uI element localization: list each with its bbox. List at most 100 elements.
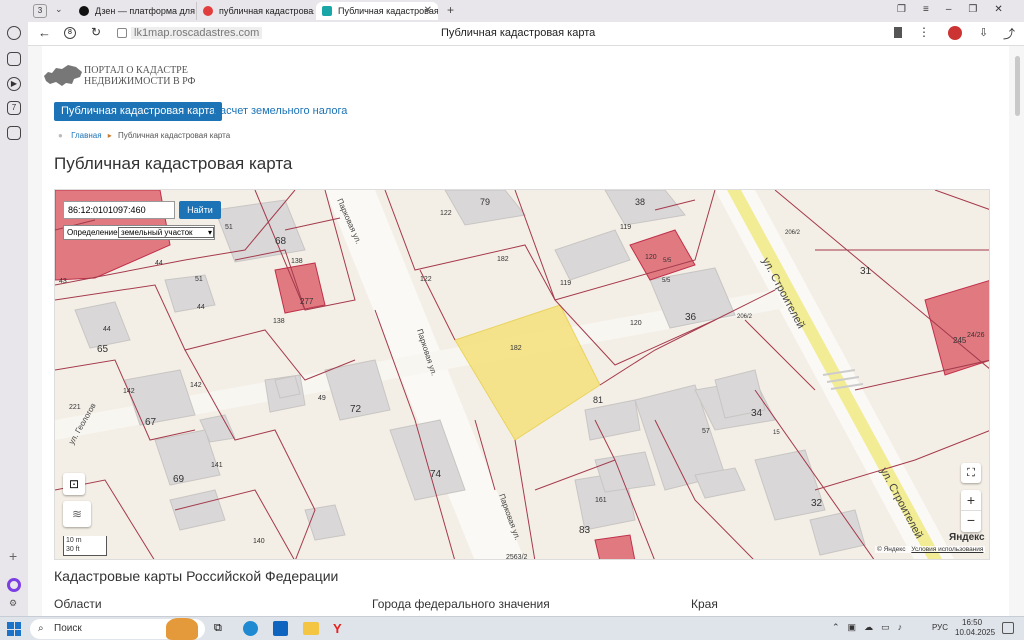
scale-bar: 10 m 30 ft (63, 536, 107, 556)
breadcrumb-home[interactable]: Главная (71, 131, 101, 140)
yandex-protect-icon[interactable]: 8 (64, 27, 76, 39)
file-explorer-icon[interactable] (303, 622, 319, 635)
tab-manager-icon[interactable]: ❐ (897, 4, 923, 15)
cadastral-search-input[interactable]: 86:12:0101097:460 (63, 201, 175, 219)
terms-link[interactable]: Условия использования (911, 546, 983, 553)
more-icon[interactable]: ⋮ (918, 25, 930, 39)
define-label: Определение (67, 228, 118, 237)
breadcrumb: ● Главная ▸ Публичная кадастровая карта (58, 131, 230, 140)
windows-taskbar: ⌕ Поиск ⧉ Y ⌃▣☁▭♪ РУС 16:50 10.04.2025 (0, 616, 1024, 640)
tab-cadastral-active[interactable]: Публичная кадастровая карта ✕ (316, 2, 438, 20)
parcel-label: 44 (155, 260, 163, 267)
parcel-label: 182 (497, 256, 509, 263)
parcel-label: 15 (773, 430, 780, 436)
minimize-icon[interactable]: – (946, 4, 969, 15)
tray-chevron-icon[interactable]: ⌃ (832, 622, 848, 632)
parcel-label: 44 (197, 304, 205, 311)
clock-date[interactable]: 10.04.2025 (955, 628, 995, 637)
downloads-icon[interactable]: ⇩ (979, 26, 988, 39)
nav-public-map[interactable]: Публичная кадастровая карта (54, 102, 223, 121)
task-view-icon[interactable]: ⧉ (214, 622, 222, 635)
menu-icon[interactable]: ≡ (923, 4, 946, 15)
cadastral-map[interactable]: 79 38 122 119 68 51 43 44 138 51 277 138 122 182 119 12… (54, 189, 990, 560)
parcel-label: 245 (953, 336, 967, 345)
zoom-in-icon[interactable]: + (961, 490, 981, 511)
layers-icon[interactable]: ≋ (63, 501, 91, 527)
parcel-label: 120 (630, 320, 642, 327)
parcel-label: 38 (635, 197, 645, 207)
play-icon[interactable]: ▶ (7, 77, 21, 91)
page-title: Публичная кадастровая карта (54, 154, 293, 173)
tab-counter[interactable]: 3 (33, 4, 47, 18)
zoom-out-icon[interactable]: − (961, 511, 981, 532)
parcel-label: 43 (59, 278, 67, 285)
parcel-label: 83 (579, 525, 591, 536)
fox-decoration-icon (166, 618, 198, 640)
parcel-label: 5/5 (662, 278, 671, 284)
history-icon[interactable] (7, 26, 21, 40)
russia-map-logo-icon[interactable] (42, 62, 84, 88)
seven-icon[interactable]: 7 (7, 101, 21, 115)
site-info-icon[interactable] (117, 28, 127, 38)
close-tab-icon[interactable]: ✕ (424, 5, 432, 16)
tab-bar: 3 ⌄ Дзен — платформа для п публичная кад… (0, 0, 1024, 22)
map-canvas[interactable]: 79 38 122 119 68 51 43 44 138 51 277 138 122 182 119 12… (55, 190, 990, 560)
scale-feet: 30 ft (66, 546, 80, 553)
url-field[interactable]: lk1map.roscadastres.com (131, 27, 263, 39)
collections-icon[interactable] (7, 52, 21, 66)
tab-cadastral-1[interactable]: публичная кадастровая к (196, 2, 314, 20)
parcel-label: 36 (685, 312, 697, 323)
extension-icon[interactable] (948, 26, 962, 40)
yandex-browser-icon[interactable]: Y (333, 621, 342, 636)
camera-icon[interactable] (7, 126, 21, 140)
edge-icon[interactable] (243, 621, 258, 636)
parcel-label: 32 (811, 498, 823, 509)
parcel-label: 79 (480, 197, 490, 207)
yandex-logo[interactable]: Яндекс (949, 532, 985, 543)
define-select[interactable]: земельный участок (118, 227, 214, 238)
keyboard-language[interactable]: РУС (932, 623, 948, 632)
settings-icon[interactable]: ⚙ (9, 598, 17, 609)
parcel-label: 51 (195, 276, 203, 283)
parcel-label: 44 (103, 326, 111, 333)
parcel-label: 69 (173, 474, 185, 485)
parcel-label: 81 (593, 395, 603, 405)
ruler-icon[interactable]: ⊡ (63, 473, 85, 495)
reload-icon[interactable]: ↻ (91, 25, 101, 39)
network-icon[interactable]: ▭ (881, 622, 898, 632)
volume-icon[interactable]: ♪ (898, 622, 911, 632)
page-content: ПОРТАЛ О КАДАСТРЕ НЕДВИЖИМОСТИ В РФ Публ… (42, 46, 1009, 616)
section-title: Кадастровые карты Российской Федерации (54, 568, 339, 584)
tab-label: публичная кадастровая к (219, 6, 314, 16)
parcel-label: 57 (702, 428, 710, 435)
nav-land-tax[interactable]: Расчет земельного налога (206, 102, 354, 121)
page-scrollbar[interactable] (1015, 56, 1020, 116)
portal-logo-line2: НЕДВИЖИМОСТИ В РФ (84, 76, 196, 87)
notifications-icon[interactable] (1002, 622, 1014, 634)
back-icon[interactable]: ← (38, 25, 51, 40)
tray-cloud-icon[interactable]: ☁ (864, 622, 881, 632)
dzen-favicon-icon (79, 6, 89, 16)
tray-app-icon[interactable]: ▣ (848, 622, 865, 632)
parcel-label: 72 (350, 404, 362, 415)
share-icon[interactable]: ⤴ (1003, 25, 1015, 42)
tab-label: Дзен — платформа для п (95, 6, 195, 16)
outlook-icon[interactable] (273, 621, 288, 636)
search-button[interactable]: Найти (179, 201, 221, 219)
parcel-label: 31 (860, 266, 872, 277)
parcel-label: 24/26 (967, 332, 985, 339)
parcel-label: 138 (291, 258, 303, 265)
tab-dzen[interactable]: Дзен — платформа для п (73, 2, 195, 20)
parcel-label: 161 (595, 497, 607, 504)
fullscreen-icon[interactable]: ⛶ (961, 463, 981, 483)
new-tab-icon[interactable]: + (447, 3, 454, 17)
restore-icon[interactable]: ❐ (968, 4, 994, 15)
bookmark-icon[interactable] (894, 27, 902, 38)
alice-icon[interactable] (7, 578, 21, 592)
tab-list-chevron-icon[interactable]: ⌄ (55, 4, 63, 15)
parcel-label: 68 (275, 236, 287, 247)
add-panel-icon[interactable]: + (9, 548, 17, 564)
windows-start-icon[interactable] (7, 622, 21, 636)
close-window-icon[interactable]: ✕ (994, 4, 1019, 15)
clock-time[interactable]: 16:50 (962, 618, 982, 627)
